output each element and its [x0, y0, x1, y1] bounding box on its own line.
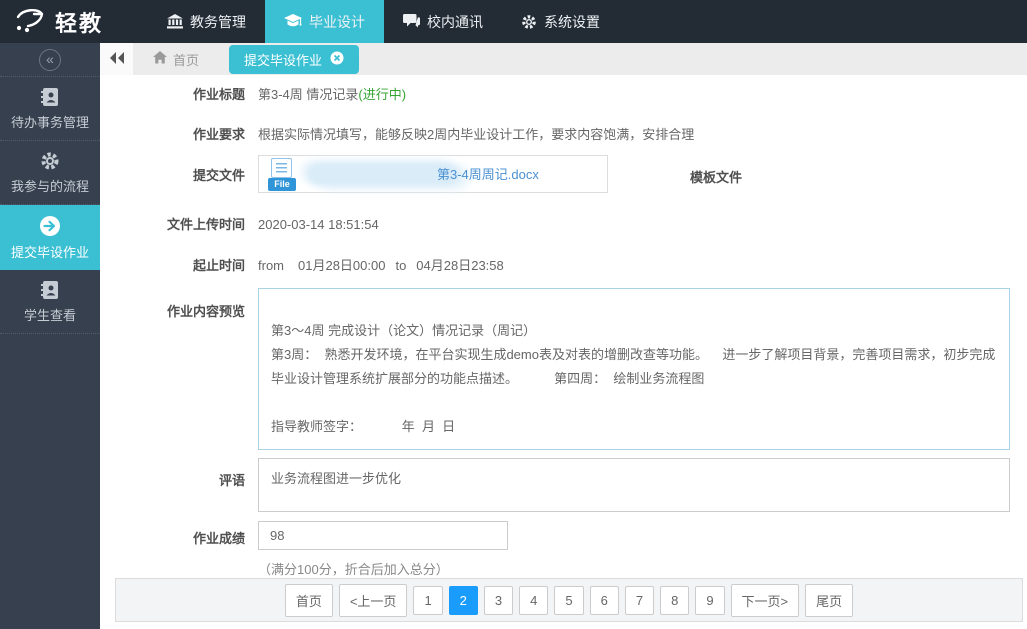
period-from-value: 01月28日00:00 — [298, 258, 385, 273]
page-1-button[interactable]: 1 — [413, 586, 442, 615]
gear-icon — [0, 151, 100, 171]
row-period: 起止时间 from 01月28日00:00 to 04月28日23:58 — [100, 256, 1010, 275]
address-book-icon — [0, 87, 100, 107]
pagination-bar: 首页 <上一页 1 2 3 4 5 6 7 8 9 下一页> 尾页 — [115, 578, 1023, 622]
comment-textarea[interactable]: 业务流程图进一步优化 — [258, 458, 1010, 512]
homework-requirement-label: 作业要求 — [100, 125, 245, 144]
upload-time-value: 2020-03-14 18:51:54 — [258, 215, 379, 234]
period-label: 起止时间 — [100, 256, 245, 275]
homework-requirement-value: 根据实际情况填写，能够反映2周内毕业设计工作，要求内容饱满，安排合理 — [258, 125, 694, 144]
home-icon — [153, 51, 167, 67]
sidebar-collapse-button[interactable]: « — [39, 49, 61, 71]
period-to-word: to — [395, 258, 406, 273]
main-content: 作业标题 第3-4周 情况记录(进行中) 作业要求 根据实际情况填写，能够反映2… — [100, 75, 1027, 629]
submitted-file-value: File 第3-4周周记.docx — [258, 155, 608, 193]
page-8-button[interactable]: 8 — [660, 586, 689, 615]
nav-item-label: 毕业设计 — [309, 12, 365, 32]
page-5-button[interactable]: 5 — [554, 586, 583, 615]
sidebar-item-label: 学生查看 — [24, 308, 76, 323]
sidebar-item-label: 我参与的流程 — [11, 179, 89, 194]
file-badge: File — [268, 178, 296, 191]
sidebar-item-todo-management[interactable]: 待办事务管理 — [0, 77, 100, 141]
bank-icon — [167, 14, 183, 29]
template-file-label: 模板文件 — [690, 167, 742, 186]
nav-item-graduation-design[interactable]: 毕业设计 — [265, 0, 384, 43]
row-content-preview: 作业内容预览 第3～4周 完成设计（论文）情况记录（周记） 第3周： 熟悉开发环… — [100, 288, 1010, 455]
close-circle-icon[interactable] — [330, 51, 344, 68]
score-wrap — [258, 521, 508, 550]
period-from-word: from — [258, 258, 284, 273]
nav-item-label: 系统设置 — [544, 12, 600, 32]
content-preview-label: 作业内容预览 — [100, 288, 245, 321]
file-doc-icon: File — [267, 158, 297, 191]
nav-item-campus-messages[interactable]: 校内通讯 — [384, 0, 502, 43]
content-preview-textarea[interactable]: 第3～4周 完成设计（论文）情况记录（周记） 第3周： 熟悉开发环境，在平台实现… — [258, 288, 1010, 450]
page-first-button[interactable]: 首页 — [285, 584, 333, 617]
nav-item-system-settings[interactable]: 系统设置 — [502, 0, 619, 43]
left-sidebar: « 待办事务管理 我参与的流程 — [0, 43, 100, 629]
nav-item-academic[interactable]: 教务管理 — [148, 0, 265, 43]
score-label: 作业成绩 — [100, 521, 245, 548]
upload-time-label: 文件上传时间 — [100, 215, 245, 234]
address-book-icon — [0, 280, 100, 300]
page-3-button[interactable]: 3 — [484, 586, 513, 615]
sidebar-item-submit-homework[interactable]: 提交毕设作业 — [0, 205, 100, 270]
row-upload-time: 文件上传时间 2020-03-14 18:51:54 — [100, 215, 1010, 234]
page-prev-button[interactable]: <上一页 — [339, 584, 408, 617]
sidebar-collapse-row: « — [0, 43, 100, 77]
period-to-value: 04月28日23:58 — [416, 258, 503, 273]
homework-title-label: 作业标题 — [100, 85, 245, 104]
page-9-button[interactable]: 9 — [695, 586, 724, 615]
page-last-button[interactable]: 尾页 — [805, 584, 853, 617]
page-6-button[interactable]: 6 — [590, 586, 619, 615]
homework-title-value: 第3-4周 情况记录(进行中) — [258, 85, 406, 104]
sidebar-item-student-view[interactable]: 学生查看 — [0, 270, 100, 334]
arrow-circle-right-icon — [0, 215, 100, 237]
tab-home-label: 首页 — [173, 50, 199, 69]
tabs-collapse-button[interactable] — [100, 43, 133, 75]
file-download-link[interactable]: 第3-4周周记.docx — [437, 165, 539, 184]
row-homework-requirement: 作业要求 根据实际情况填写，能够反映2周内毕业设计工作，要求内容饱满，安排合理 — [100, 125, 1010, 144]
sidebar-item-label: 待办事务管理 — [11, 115, 89, 130]
file-box: File 第3-4周周记.docx — [258, 155, 608, 193]
status-in-progress: (进行中) — [358, 87, 406, 102]
graduation-cap-icon — [284, 14, 302, 29]
app-logo[interactable]: 轻教 — [14, 0, 103, 43]
page-7-button[interactable]: 7 — [625, 586, 654, 615]
content-tab-bar: 首页 提交毕设作业 — [100, 43, 1027, 75]
nav-item-label: 校内通讯 — [427, 12, 483, 32]
main-nav: 教务管理 毕业设计 校内通讯 — [148, 0, 619, 43]
score-hint: （满分100分，折合后加入总分） — [258, 559, 449, 578]
chat-icon — [403, 14, 420, 29]
period-value: from 01月28日00:00 to 04月28日23:58 — [258, 256, 504, 275]
app-title: 轻教 — [55, 6, 103, 38]
score-input[interactable] — [258, 521, 508, 550]
tab-active-label: 提交毕设作业 — [244, 50, 322, 69]
comment-wrap: 业务流程图进一步优化 — [258, 458, 1010, 517]
page-2-button[interactable]: 2 — [449, 586, 478, 615]
row-score: 作业成绩 — [100, 521, 1010, 550]
tab-home[interactable]: 首页 — [133, 43, 219, 75]
comment-label: 评语 — [100, 458, 245, 490]
row-comment: 评语 业务流程图进一步优化 — [100, 458, 1010, 517]
tab-submit-homework[interactable]: 提交毕设作业 — [229, 45, 359, 74]
submitted-file-label: 提交文件 — [100, 155, 245, 185]
gear-icon — [521, 14, 537, 30]
sidebar-item-label: 提交毕设作业 — [11, 245, 89, 260]
content-preview-wrap: 第3～4周 完成设计（论文）情况记录（周记） 第3周： 熟悉开发环境，在平台实现… — [258, 288, 1010, 455]
page-next-button[interactable]: 下一页> — [731, 584, 800, 617]
sidebar-item-my-processes[interactable]: 我参与的流程 — [0, 141, 100, 205]
top-navbar: 轻教 教务管理 — [0, 0, 1027, 43]
row-homework-title: 作业标题 第3-4周 情况记录(进行中) — [100, 85, 1010, 104]
page-4-button[interactable]: 4 — [519, 586, 548, 615]
logo-swirl-icon — [14, 6, 46, 37]
nav-item-label: 教务管理 — [190, 12, 246, 32]
row-submitted-file: 提交文件 File 第3-4周周记.docx 模板文件 — [100, 155, 1010, 193]
double-left-icon — [109, 51, 125, 68]
